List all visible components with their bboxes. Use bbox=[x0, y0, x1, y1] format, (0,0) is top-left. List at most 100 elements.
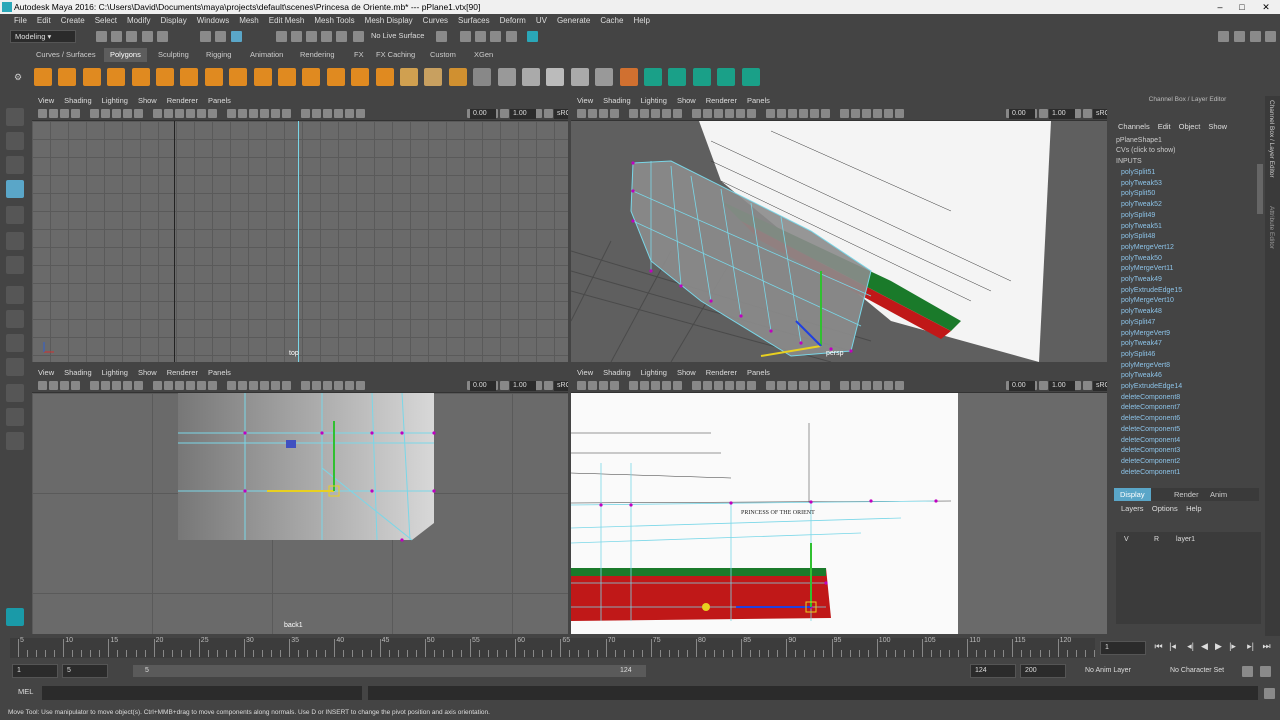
viewport-tool-icon[interactable] bbox=[175, 381, 184, 390]
automatic-mapping-icon[interactable] bbox=[619, 68, 638, 86]
viewport-menu-panels[interactable]: Panels bbox=[208, 96, 231, 105]
viewport-colorspace-field[interactable]: sRG bbox=[1093, 381, 1107, 391]
hypershade-layout-icon[interactable] bbox=[6, 408, 24, 426]
shelf-tab-fx[interactable]: FX bbox=[348, 48, 370, 62]
channel-menu-edit[interactable]: Edit bbox=[1158, 122, 1171, 131]
new-scene-icon[interactable] bbox=[96, 31, 107, 42]
menu-curves[interactable]: Curves bbox=[423, 16, 448, 25]
insert-edge-loop-icon[interactable] bbox=[546, 68, 565, 86]
viewport-tool-icon[interactable] bbox=[134, 381, 143, 390]
viewport-tool-icon[interactable] bbox=[821, 109, 830, 118]
viewport-menu-view[interactable]: View bbox=[38, 368, 54, 377]
ipr-render-icon[interactable] bbox=[490, 31, 501, 42]
viewport-tool-icon[interactable] bbox=[282, 109, 291, 118]
viewport-tool-icon[interactable] bbox=[873, 109, 882, 118]
viewport-menu-renderer[interactable]: Renderer bbox=[167, 96, 198, 105]
viewport-tool-icon[interactable] bbox=[282, 381, 291, 390]
single-pane-layout-icon[interactable] bbox=[6, 286, 24, 304]
viewport-menu-shading[interactable]: Shading bbox=[603, 368, 631, 377]
viewport-tool-icon[interactable] bbox=[301, 109, 310, 118]
anim-layer-dropdown[interactable]: No Anim Layer bbox=[1085, 664, 1131, 678]
viewport-tool-icon[interactable] bbox=[38, 381, 47, 390]
input-node[interactable]: polyTweak48 bbox=[1121, 308, 1162, 315]
tab-display[interactable]: Display bbox=[1114, 488, 1151, 501]
menu-mesh[interactable]: Mesh bbox=[239, 16, 259, 25]
viewport-menu-show[interactable]: Show bbox=[677, 96, 696, 105]
playback-start-field[interactable]: 5 bbox=[62, 664, 108, 678]
shelf-tab-custom[interactable]: Custom bbox=[424, 48, 462, 62]
viewport-tool-icon[interactable] bbox=[766, 109, 775, 118]
viewport-tool-icon[interactable] bbox=[610, 381, 619, 390]
viewport-tool-icon[interactable] bbox=[577, 381, 586, 390]
viewport-tool-icon[interactable] bbox=[747, 109, 756, 118]
viewport-tool-icon[interactable] bbox=[884, 109, 893, 118]
viewport-tool-icon[interactable] bbox=[260, 109, 269, 118]
viewport-tool-icon[interactable] bbox=[599, 109, 608, 118]
input-node[interactable]: deleteComponent2 bbox=[1121, 458, 1180, 465]
snap-curve-icon[interactable] bbox=[291, 31, 302, 42]
input-node[interactable]: deleteComponent5 bbox=[1121, 426, 1180, 433]
cvs-toggle[interactable]: CVs (click to show) bbox=[1116, 147, 1176, 154]
viewport-tool-icon[interactable] bbox=[312, 381, 321, 390]
viewport-menu-panels[interactable]: Panels bbox=[208, 368, 231, 377]
viewport-tool-icon[interactable] bbox=[777, 109, 786, 118]
viewport-menu-show[interactable]: Show bbox=[677, 368, 696, 377]
auto-key-icon[interactable] bbox=[1242, 666, 1253, 677]
select-hierarchy-icon[interactable] bbox=[200, 31, 211, 42]
viewport-tool-icon[interactable] bbox=[153, 109, 162, 118]
viewport-tool-icon[interactable] bbox=[610, 109, 619, 118]
snap-surface-icon[interactable] bbox=[336, 31, 347, 42]
viewport-tool-icon[interactable] bbox=[640, 381, 649, 390]
viewport-tool-icon[interactable] bbox=[164, 109, 173, 118]
snap-view-plane-icon[interactable] bbox=[321, 31, 332, 42]
lasso-tool-icon[interactable] bbox=[6, 132, 24, 150]
viewport-tool-icon[interactable] bbox=[112, 109, 121, 118]
layer-menu-layers[interactable]: Layers bbox=[1121, 504, 1144, 513]
input-node[interactable]: deleteComponent4 bbox=[1121, 437, 1180, 444]
viewport-tool-icon[interactable] bbox=[725, 109, 734, 118]
viewport-tool-icon[interactable] bbox=[692, 109, 701, 118]
construction-history-icon[interactable] bbox=[436, 31, 447, 42]
viewport-tool-icon[interactable] bbox=[544, 381, 553, 390]
last-tool-icon[interactable] bbox=[6, 256, 24, 274]
live-object-icon[interactable] bbox=[353, 31, 364, 42]
layer-menu-options[interactable]: Options bbox=[1152, 504, 1178, 513]
menu-deform[interactable]: Deform bbox=[500, 16, 526, 25]
viewport-gamma-field[interactable]: 1.00 bbox=[510, 109, 536, 119]
viewport-tool-icon[interactable] bbox=[851, 109, 860, 118]
viewport-tool-icon[interactable] bbox=[323, 109, 332, 118]
viewport-tool-icon[interactable] bbox=[703, 381, 712, 390]
viewport-tool-icon[interactable] bbox=[197, 381, 206, 390]
menu-help[interactable]: Help bbox=[633, 16, 649, 25]
viewport-tool-icon[interactable] bbox=[356, 381, 365, 390]
menu-generate[interactable]: Generate bbox=[557, 16, 590, 25]
input-node[interactable]: polyMergeVert11 bbox=[1121, 265, 1173, 272]
slide-edge-icon[interactable] bbox=[717, 68, 736, 86]
viewport-tool-icon[interactable] bbox=[101, 109, 110, 118]
viewport-gamma-field[interactable]: 1.00 bbox=[1049, 109, 1075, 119]
viewport-colorspace-field[interactable]: sRG bbox=[1093, 109, 1107, 119]
input-node[interactable]: deleteComponent7 bbox=[1121, 404, 1180, 411]
playback-end-field[interactable]: 124 bbox=[970, 664, 1016, 678]
input-node[interactable]: polyTweak46 bbox=[1121, 372, 1162, 379]
viewport-tool-icon[interactable] bbox=[208, 381, 217, 390]
smooth-icon[interactable] bbox=[278, 68, 296, 86]
extrude-icon[interactable] bbox=[424, 68, 443, 86]
input-node[interactable]: polyMergeVert12 bbox=[1121, 244, 1174, 251]
viewport-tool-icon[interactable] bbox=[577, 109, 586, 118]
minimize-button[interactable]: – bbox=[1210, 1, 1230, 13]
viewport-menu-panels[interactable]: Panels bbox=[747, 368, 770, 377]
command-input[interactable] bbox=[42, 686, 362, 700]
viewport-tool-icon[interactable] bbox=[208, 109, 217, 118]
shelf-tab-xgen[interactable]: XGen bbox=[468, 48, 499, 62]
input-node[interactable]: polySplit46 bbox=[1121, 351, 1155, 358]
viewport-tool-icon[interactable] bbox=[90, 109, 99, 118]
viewport-persp[interactable]: View Shading Lighting Show Renderer Panels 0.… bbox=[571, 95, 1107, 362]
input-node[interactable]: polyMergeVert8 bbox=[1121, 362, 1170, 369]
input-node[interactable]: polyTweak51 bbox=[1121, 223, 1162, 230]
viewport-tool-icon[interactable] bbox=[788, 109, 797, 118]
rotate-tool-icon[interactable] bbox=[6, 206, 24, 224]
viewport-back[interactable]: View Shading Lighting Show Renderer Panels 0.… bbox=[32, 367, 568, 634]
viewport-tool-icon[interactable] bbox=[799, 109, 808, 118]
tool-settings-toggle-icon[interactable] bbox=[1250, 31, 1261, 42]
